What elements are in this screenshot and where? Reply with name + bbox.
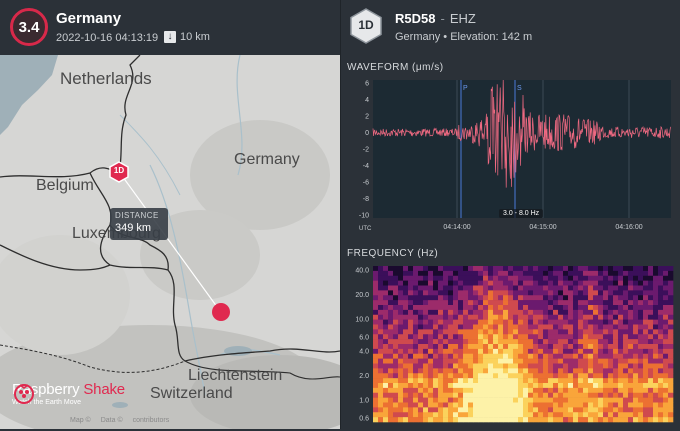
- station-code: R5D58: [395, 11, 436, 26]
- waveform-band: 3.0 - 8.0 Hz: [499, 209, 544, 218]
- station-badge-label: 1D: [358, 18, 374, 32]
- waveform-y-tick: 4: [365, 97, 369, 104]
- event-panel: 3.4 Germany 2022-10-16 04:13:19 ↓ 10 km: [0, 0, 340, 429]
- attribution-contributors[interactable]: contributors: [133, 417, 170, 424]
- map-label-liechtenstein: Liechtenstein: [188, 367, 283, 384]
- frequency-chart[interactable]: 40.0 20.0 10.0 6.0 4.0 2.0 1.0 0.6: [341, 262, 680, 426]
- waveform-y-tick: 2: [365, 114, 369, 121]
- phase-marker-label: P: [463, 85, 468, 92]
- map-label-switzerland: Switzerland: [150, 385, 233, 402]
- station-marker-label: 1D: [113, 166, 125, 175]
- frequency-y-tick: 10.0: [355, 316, 369, 323]
- frequency-y-tick: 2.0: [359, 373, 369, 380]
- station-panel: 1D R5D58- EHZ Germany • Elevation: 142 m …: [341, 0, 680, 429]
- waveform-y-tick: -4: [363, 163, 369, 170]
- raspberry-shake-logo[interactable]: Raspberry Shake Watch the Earth Move: [12, 381, 125, 406]
- map-label-belgium: Belgium: [36, 177, 94, 194]
- distance-tooltip: DISTANCE 349 km: [110, 208, 168, 240]
- map-label-germany: Germany: [234, 151, 300, 168]
- frequency-y-tick: 20.0: [355, 292, 369, 299]
- frequency-y-tick: 40.0: [355, 268, 369, 275]
- event-header: 3.4 Germany 2022-10-16 04:13:19 ↓ 10 km: [0, 0, 340, 55]
- raspberry-icon: [14, 384, 34, 404]
- logo-name-part2: Shake: [83, 381, 125, 398]
- phase-marker-label: S: [517, 85, 522, 92]
- distance-value: 349 km: [115, 222, 152, 234]
- waveform-y-tick: -6: [363, 180, 369, 187]
- map-view[interactable]: Netherlands Belgium Luxembourg Germany L…: [0, 55, 340, 429]
- station-title: R5D58- EHZ: [395, 11, 476, 26]
- waveform-y-tick: 6: [365, 81, 369, 88]
- epicenter-marker[interactable]: [212, 303, 230, 321]
- waveform-x-unit: UTC: [359, 226, 372, 232]
- waveform-x-tick: 04:16:00: [615, 224, 642, 231]
- map-label-netherlands: Netherlands: [60, 69, 152, 88]
- waveform-x-tick: 04:14:00: [443, 224, 470, 231]
- station-separator: -: [440, 11, 445, 26]
- station-marker[interactable]: 1D: [108, 161, 130, 183]
- frequency-y-tick: 4.0: [359, 349, 369, 356]
- map-attribution: Map © Data © contributors: [70, 417, 169, 424]
- frequency-y-tick: 0.6: [359, 416, 369, 423]
- frequency-title: FREQUENCY (Hz): [347, 248, 439, 259]
- station-badge: 1D: [350, 8, 382, 44]
- waveform-chart[interactable]: 6 4 2 0 -2 -4 -6 -8 -10 04:14:00 04:15:00 04:16:00 U…: [341, 76, 680, 236]
- waveform-title: WAVEFORM (μm/s): [347, 62, 444, 73]
- map-terrain: [0, 55, 340, 429]
- waveform-y-tick: -10: [359, 213, 369, 220]
- frequency-y-tick: 6.0: [359, 334, 369, 341]
- waveform-x-tick: 04:15:00: [529, 224, 556, 231]
- waveform-y-tick: -2: [363, 147, 369, 154]
- event-depth: ↓ 10 km: [164, 31, 210, 43]
- spectrogram-plot: 40.0 20.0 10.0 6.0 4.0 2.0 1.0 0.6: [355, 266, 674, 423]
- arrow-down-icon: ↓: [164, 31, 176, 43]
- attribution-data[interactable]: Data ©: [101, 417, 123, 424]
- waveform-y-tick: -8: [363, 196, 369, 203]
- waveform-background: [373, 80, 671, 218]
- frequency-y-tick: 1.0: [359, 397, 369, 404]
- station-channel: EHZ: [449, 11, 476, 26]
- event-depth-value: 10 km: [180, 31, 210, 43]
- attribution-map[interactable]: Map ©: [70, 417, 91, 424]
- waveform-y-tick: 0: [365, 130, 369, 137]
- distance-label: DISTANCE: [115, 211, 159, 220]
- station-location: Germany • Elevation: 142 m: [395, 31, 533, 43]
- magnitude-badge: 3.4: [10, 8, 48, 46]
- event-datetime: 2022-10-16 04:13:19: [56, 32, 159, 44]
- event-region: Germany: [56, 10, 122, 27]
- spectrogram-cells: [373, 266, 674, 423]
